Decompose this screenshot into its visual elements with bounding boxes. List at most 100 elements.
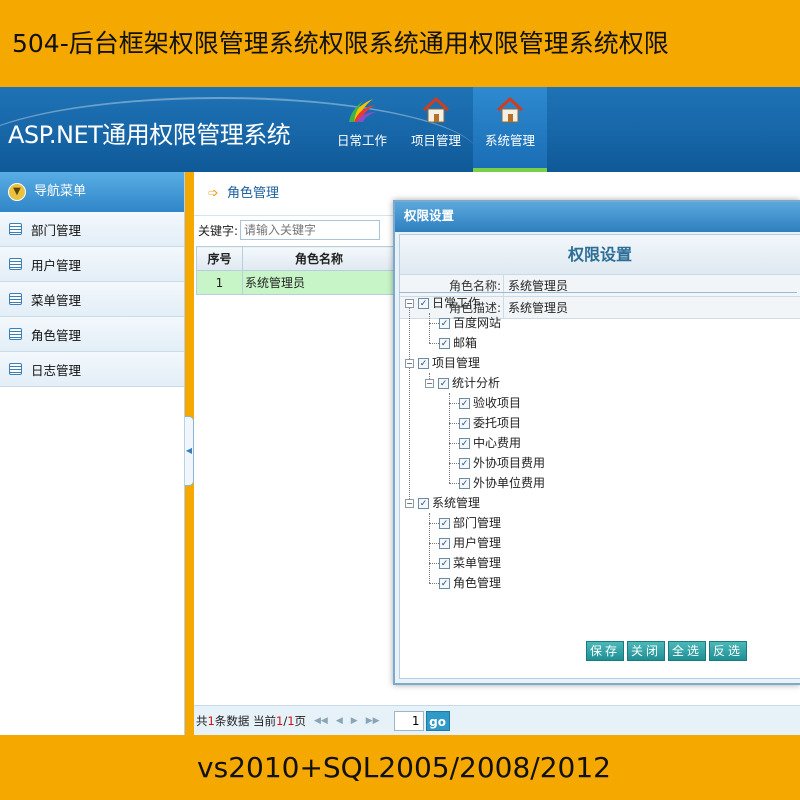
- tree-node-dept[interactable]: ✓ 部门管理: [439, 513, 501, 533]
- tree-node-entrust[interactable]: ✓ 委托项目: [459, 413, 521, 433]
- checkbox-checked-icon[interactable]: ✓: [418, 357, 429, 369]
- pager-pages: 1: [287, 713, 295, 728]
- nav-label: 系统管理: [484, 133, 535, 148]
- sidebar-header[interactable]: ▼ 导航菜单: [0, 172, 184, 212]
- dialog-header[interactable]: 权限设置: [395, 202, 800, 232]
- tree-connector: [429, 543, 439, 544]
- checkbox-checked-icon[interactable]: ✓: [439, 337, 450, 349]
- tree-node-menu[interactable]: ✓ 菜单管理: [439, 553, 501, 573]
- tree-node-center-cost[interactable]: ✓ 中心费用: [459, 433, 521, 453]
- checkbox-checked-icon[interactable]: ✓: [459, 397, 470, 409]
- search-input[interactable]: [240, 220, 381, 240]
- tree-node-label: 外协项目费用: [473, 456, 546, 470]
- sidebar-item-label: 菜单管理: [31, 292, 82, 308]
- sidebar-item-user[interactable]: 用户管理: [0, 247, 184, 282]
- tree-connector: [449, 463, 459, 464]
- sidebar-collapse-handle[interactable]: ◀: [185, 416, 194, 486]
- checkbox-checked-icon[interactable]: ✓: [459, 457, 470, 469]
- tree-connector: [429, 313, 430, 343]
- page-title-label: 角色管理: [227, 186, 280, 201]
- tree-node-daily-work[interactable]: − ✓ 日常工作: [405, 293, 480, 313]
- next-page-icon[interactable]: ▶: [351, 716, 358, 726]
- dialog-button-row: 保存 关闭 全选 反选: [586, 641, 750, 661]
- checkbox-checked-icon[interactable]: ✓: [459, 437, 470, 449]
- cell-index: 1: [196, 270, 243, 295]
- chevron-down-icon: ▼: [8, 183, 26, 201]
- tree-node-label: 中心费用: [473, 436, 522, 450]
- tree-node-mail[interactable]: ✓ 邮箱: [439, 333, 477, 353]
- sidebar-item-role[interactable]: 角色管理: [0, 317, 184, 352]
- pager-text: 条数据 当前: [214, 713, 276, 728]
- invert-selection-button[interactable]: 反选: [709, 641, 748, 661]
- tree-connector: [449, 403, 459, 404]
- tree-node-label: 百度网站: [453, 316, 502, 330]
- save-button[interactable]: 保存: [586, 641, 625, 661]
- app-header: ASP.NET通用权限管理系统 日常工作 项目管理 系统管理: [0, 87, 800, 172]
- tree-node-label: 系统管理: [432, 496, 481, 510]
- tree-node-label: 项目管理: [432, 356, 481, 370]
- brush-logo-icon: [349, 99, 376, 122]
- collapse-toggle-icon[interactable]: −: [405, 358, 414, 368]
- sidebar-item-dept[interactable]: 部门管理: [0, 212, 184, 247]
- role-table: 序号 角色名称 1 系统管理员: [196, 246, 396, 295]
- home-icon: [422, 96, 450, 123]
- tree-node-system-management[interactable]: − ✓ 系统管理: [405, 493, 480, 513]
- tree-node-label: 用户管理: [453, 536, 502, 550]
- tree-node-label: 邮箱: [453, 336, 478, 350]
- tree-node-outsource-project-cost[interactable]: ✓ 外协项目费用: [459, 453, 545, 473]
- tree-node-outsource-unit-cost[interactable]: ✓ 外协单位费用: [459, 473, 545, 493]
- prev-page-icon[interactable]: ◀: [336, 716, 343, 726]
- top-nav: 日常工作 项目管理 系统管理: [325, 87, 547, 172]
- checkbox-checked-icon[interactable]: ✓: [459, 477, 470, 489]
- tree-node-stats[interactable]: − ✓ 统计分析: [425, 373, 500, 393]
- tree-node-project-management[interactable]: − ✓ 项目管理: [405, 353, 480, 373]
- tree-connector: [449, 393, 450, 483]
- cell-role-name: 系统管理员: [242, 270, 396, 295]
- sidebar-item-label: 部门管理: [31, 222, 82, 238]
- tree-node-role[interactable]: ✓ 角色管理: [439, 573, 501, 593]
- last-page-icon[interactable]: ▶▶: [366, 716, 380, 726]
- nav-item-daily-work[interactable]: 日常工作: [325, 87, 399, 172]
- tree-node-user[interactable]: ✓ 用户管理: [439, 533, 501, 553]
- nav-item-project-management[interactable]: 项目管理: [399, 87, 473, 172]
- collapse-toggle-icon[interactable]: −: [425, 378, 434, 388]
- page-number-input[interactable]: [393, 710, 424, 731]
- sidebar-item-menu[interactable]: 菜单管理: [0, 282, 184, 317]
- select-all-button[interactable]: 全选: [668, 641, 707, 661]
- tree-node-label: 部门管理: [453, 516, 502, 530]
- column-header-index[interactable]: 序号: [196, 246, 243, 271]
- list-icon: [9, 328, 22, 340]
- checkbox-checked-icon[interactable]: ✓: [439, 317, 450, 329]
- close-button[interactable]: 关闭: [627, 641, 666, 661]
- search-row: 关键字:: [198, 219, 381, 241]
- tree-connector: [429, 523, 439, 524]
- checkbox-checked-icon[interactable]: ✓: [418, 497, 429, 509]
- tree-connector: [409, 303, 410, 503]
- checkbox-checked-icon[interactable]: ✓: [439, 557, 450, 569]
- sidebar-item-log[interactable]: 日志管理: [0, 352, 184, 387]
- nav-item-system-management[interactable]: 系统管理: [473, 87, 547, 172]
- column-header-name[interactable]: 角色名称: [242, 246, 396, 271]
- app-title: ASP.NET通用权限管理系统: [8, 121, 291, 149]
- checkbox-checked-icon[interactable]: ✓: [418, 297, 429, 309]
- collapse-toggle-icon[interactable]: −: [405, 298, 414, 308]
- search-label: 关键字:: [198, 223, 239, 238]
- first-page-icon[interactable]: ◀◀: [314, 716, 328, 726]
- tree-node-label: 日常工作: [432, 296, 481, 310]
- tree-node-accept[interactable]: ✓ 验收项目: [459, 393, 521, 413]
- tree-node-baidu[interactable]: ✓ 百度网站: [439, 313, 501, 333]
- checkbox-checked-icon[interactable]: ✓: [439, 537, 450, 549]
- go-button[interactable]: go: [425, 710, 450, 731]
- tree-connector: [449, 443, 459, 444]
- checkbox-checked-icon[interactable]: ✓: [459, 417, 470, 429]
- table-row[interactable]: 1 系统管理员: [196, 270, 396, 295]
- checkbox-checked-icon[interactable]: ✓: [439, 577, 450, 589]
- sidebar-item-label: 用户管理: [31, 257, 82, 273]
- table-header-row: 序号 角色名称: [196, 246, 396, 271]
- collapse-toggle-icon[interactable]: −: [405, 498, 414, 508]
- checkbox-checked-icon[interactable]: ✓: [438, 377, 449, 389]
- pager: 共1条数据 当前1/1页 ◀◀ ◀ ▶ ▶▶ go: [194, 705, 800, 735]
- bottom-banner: vs2010+SQL2005/2008/2012: [0, 735, 800, 800]
- tree-node-label: 外协单位费用: [473, 476, 546, 490]
- checkbox-checked-icon[interactable]: ✓: [439, 517, 450, 529]
